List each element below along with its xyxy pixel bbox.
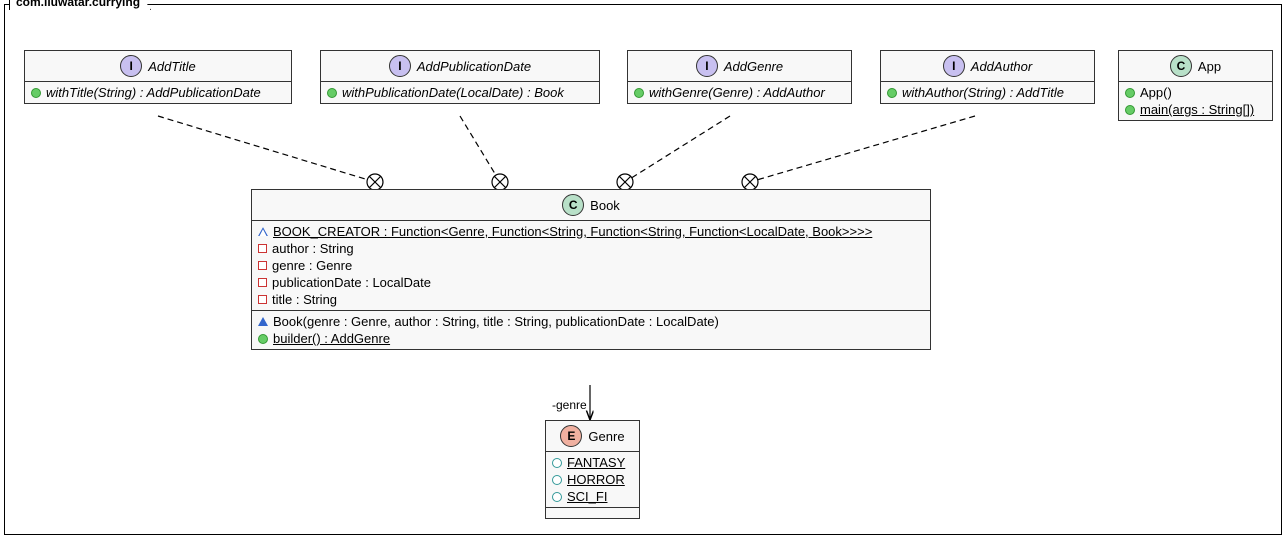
interface-icon: I bbox=[389, 55, 411, 77]
class-name: Book bbox=[590, 198, 620, 213]
method-label: main(args : String[]) bbox=[1140, 102, 1254, 117]
method-label: withGenre(Genre) : AddAuthor bbox=[649, 85, 825, 100]
field-label: publicationDate : LocalDate bbox=[272, 275, 431, 290]
interface-icon: I bbox=[696, 55, 718, 77]
field-label: author : String bbox=[272, 241, 354, 256]
field-label: title : String bbox=[272, 292, 337, 307]
method-label: withTitle(String) : AddPublicationDate bbox=[46, 85, 261, 100]
method-label: App() bbox=[1140, 85, 1172, 100]
enum-value: FANTASY bbox=[567, 455, 625, 470]
enum-genre: E Genre FANTASY HORROR SCI_FI bbox=[545, 420, 640, 519]
public-icon bbox=[327, 88, 337, 98]
public-icon bbox=[887, 88, 897, 98]
private-field-icon bbox=[258, 244, 267, 253]
public-icon bbox=[258, 334, 268, 344]
interface-icon: I bbox=[120, 55, 142, 77]
interface-add-author: I AddAuthor withAuthor(String) : AddTitl… bbox=[880, 50, 1095, 104]
interface-name: AddGenre bbox=[724, 59, 783, 74]
field-label: BOOK_CREATOR : Function<Genre, Function<… bbox=[273, 224, 872, 239]
public-icon bbox=[1125, 88, 1135, 98]
public-icon bbox=[1125, 105, 1135, 115]
relation-label-genre: -genre bbox=[552, 398, 587, 412]
enum-name: Genre bbox=[588, 429, 624, 444]
class-app: C App App() main(args : String[]) bbox=[1118, 50, 1273, 121]
public-static-field-icon bbox=[258, 227, 268, 236]
interface-name: AddAuthor bbox=[971, 59, 1032, 74]
enum-value: HORROR bbox=[567, 472, 625, 487]
enum-constant-icon bbox=[552, 492, 562, 502]
class-name: App bbox=[1198, 59, 1221, 74]
interface-add-title: I AddTitle withTitle(String) : AddPublic… bbox=[24, 50, 292, 104]
interface-icon: I bbox=[943, 55, 965, 77]
class-icon: C bbox=[1170, 55, 1192, 77]
interface-add-genre: I AddGenre withGenre(Genre) : AddAuthor bbox=[627, 50, 852, 104]
interface-name: AddTitle bbox=[148, 59, 196, 74]
private-field-icon bbox=[258, 295, 267, 304]
class-book: C Book BOOK_CREATOR : Function<Genre, Fu… bbox=[251, 189, 931, 350]
interface-name: AddPublicationDate bbox=[417, 59, 531, 74]
method-label: withPublicationDate(LocalDate) : Book bbox=[342, 85, 564, 100]
enum-value: SCI_FI bbox=[567, 489, 607, 504]
class-icon: C bbox=[562, 194, 584, 216]
method-label: withAuthor(String) : AddTitle bbox=[902, 85, 1064, 100]
private-field-icon bbox=[258, 278, 267, 287]
interface-add-publication-date: I AddPublicationDate withPublicationDate… bbox=[320, 50, 600, 104]
enum-icon: E bbox=[560, 425, 582, 447]
public-icon bbox=[31, 88, 41, 98]
method-label: Book(genre : Genre, author : String, tit… bbox=[273, 314, 719, 329]
package-name: com.iluwatar.currying bbox=[9, 0, 151, 10]
enum-constant-icon bbox=[552, 458, 562, 468]
field-label: genre : Genre bbox=[272, 258, 352, 273]
constructor-icon bbox=[258, 317, 268, 326]
method-label: builder() : AddGenre bbox=[273, 331, 390, 346]
enum-constant-icon bbox=[552, 475, 562, 485]
public-icon bbox=[634, 88, 644, 98]
private-field-icon bbox=[258, 261, 267, 270]
